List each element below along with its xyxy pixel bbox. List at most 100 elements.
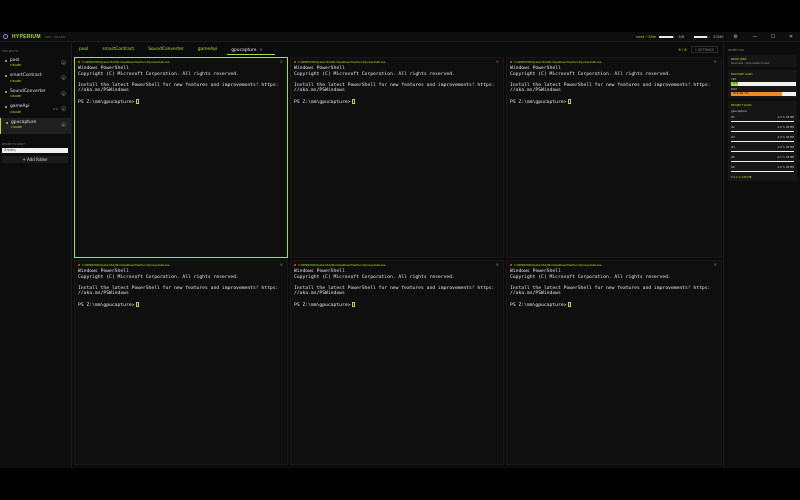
projects-root-input[interactable]: Z:\mm\ bbox=[2, 147, 68, 153]
terminal-header: C:\WINDOWS\System32\WindowsPowerShell\v1… bbox=[291, 58, 503, 66]
terminal-close-icon[interactable]: × bbox=[496, 262, 499, 267]
terminal-header: C:\WINDOWS\System32\WindowsPowerShell\v1… bbox=[291, 261, 503, 269]
ram-row: RAM 78.9 GB / 95 bbox=[731, 88, 796, 96]
project-count-badge: 6 bbox=[61, 121, 66, 127]
terminal-prompt: PS Z:\mm\gpucapture> bbox=[78, 303, 135, 308]
tab-soundconverter[interactable]: SoundConverter bbox=[148, 43, 184, 56]
terminal-output[interactable]: Windows PowerShell Copyright (C) Microsof… bbox=[291, 269, 503, 309]
project-load-name: #1 bbox=[731, 116, 735, 119]
terminal-path: C:\WINDOWS\System32\WindowsPowerShell\v1… bbox=[298, 263, 386, 267]
terminal-pane[interactable]: C:\WINDOWS\System32\WindowsPowerShell\v1… bbox=[290, 57, 504, 258]
tab-bar-right: 6 / 6 + SETTINGS bbox=[679, 43, 718, 56]
terminal-prompt: PS Z:\mm\gpucapture> bbox=[294, 100, 351, 105]
drop-jobs-subtitle: terminals - drop badle drused bbox=[731, 62, 770, 65]
maximize-icon[interactable]: ☐ bbox=[764, 34, 782, 40]
terminal-path: C:\WINDOWS\System32\WindowsPowerShell\v1… bbox=[82, 60, 170, 64]
tab-label: pool bbox=[79, 47, 89, 52]
terminal-close-icon[interactable]: × bbox=[714, 59, 717, 64]
terminal-pane[interactable]: C:\WINDOWS\System32\WindowsPowerShell\v1… bbox=[506, 260, 722, 465]
tab-label: gameApi bbox=[197, 47, 218, 52]
project-load-name: #2 bbox=[731, 126, 735, 129]
minimize-icon[interactable]: — bbox=[746, 34, 764, 40]
terminal-path: C:\WINDOWS\System32\WindowsPowerShell\v1… bbox=[514, 60, 602, 64]
project-item[interactable]: SoundConverter claude 1 bbox=[0, 87, 71, 103]
usage-meter-bar-2 bbox=[694, 36, 711, 38]
project-load-card: PROJECT LOAD gpucapture #1 0.0 % 38 MB #2 0… bbox=[728, 101, 797, 181]
terminal-prompt-line: PS Z:\mm\gpucapture> bbox=[294, 302, 503, 309]
terminal-output[interactable]: Windows PowerShell Copyright (C) Microsof… bbox=[291, 66, 503, 106]
settings-button[interactable]: + SETTINGS bbox=[690, 46, 718, 53]
status-dot-icon bbox=[78, 61, 80, 63]
project-load-name: #3 bbox=[731, 136, 735, 139]
status-dot-icon bbox=[78, 264, 80, 266]
tab-label: SoundConverter bbox=[148, 47, 184, 52]
terminal-pane[interactable]: C:\WINDOWS\System32\WindowsPowerShell\v1… bbox=[74, 260, 288, 465]
tab-gpucapture[interactable]: gpucapture × bbox=[227, 43, 275, 56]
terminal-prompt-line: PS Z:\mm\gpucapture> bbox=[78, 302, 287, 309]
status-dot-icon bbox=[6, 121, 8, 124]
project-load-bar bbox=[731, 130, 794, 132]
project-load-bar bbox=[731, 170, 794, 172]
terminal-pane[interactable]: C:\WINDOWS\System32\WindowsPowerShell\v1… bbox=[290, 260, 504, 465]
project-load-rows: #1 0.0 % 38 MB #2 0.0 % 38 MB #3 0.0 % 38 MB #… bbox=[731, 116, 794, 173]
project-load-stats: 0.0 % 38 MB bbox=[777, 116, 794, 119]
project-item[interactable]: pool claude 0 bbox=[0, 56, 71, 72]
sidebar: PROJECTS pool claude 0 smartContract claude 1… bbox=[0, 43, 72, 468]
terminal-path: C:\WINDOWS\System32\WindowsPowerShell\v1… bbox=[514, 263, 602, 267]
drop-jobs-title: DROP JOBS bbox=[731, 57, 747, 61]
project-count-badge: 0 bbox=[61, 59, 66, 65]
terminal-output[interactable]: Windows PowerShell Copyright (C) Microsof… bbox=[75, 269, 287, 309]
terminal-header: C:\WINDOWS\System32\WindowsPowerShell\v1… bbox=[507, 261, 721, 269]
status-dot-icon bbox=[510, 264, 512, 266]
terminal-prompt: PS Z:\mm\gpucapture> bbox=[510, 100, 567, 105]
project-load-stats: 0.0 % 38 MB bbox=[777, 166, 794, 169]
machine-load-card: MACHINE LOAD CPU 11% RAM 78.9 GB / 95 bbox=[728, 70, 797, 98]
pane-count: 6 / 6 bbox=[678, 47, 687, 52]
terminal-header: C:\WINDOWS\System32\WindowsPowerShell\v1… bbox=[507, 58, 721, 66]
project-item[interactable]: gameApi claude 4 h1 bbox=[0, 103, 71, 119]
project-extra: 4 h bbox=[53, 106, 58, 111]
tab-smartcontract[interactable]: smartContract bbox=[102, 43, 134, 56]
status-dot-icon bbox=[5, 106, 7, 109]
project-load-root: gpucapture bbox=[731, 109, 748, 113]
terminal-prompt-line: PS Z:\mm\gpucapture> bbox=[294, 99, 503, 106]
terminal-close-icon[interactable]: × bbox=[714, 262, 717, 267]
project-load-row: #2 0.0 % 38 MB bbox=[731, 126, 794, 133]
ram-bar: 78.9 GB / 95 bbox=[731, 91, 796, 96]
terminal-close-icon[interactable]: × bbox=[280, 262, 283, 267]
terminal-pane[interactable]: C:\WINDOWS\System32\WindowsPowerShell\v1… bbox=[506, 57, 722, 258]
project-load-stats: 0.0 % 38 MB bbox=[777, 136, 794, 139]
project-load-name: #6 bbox=[731, 166, 735, 169]
tab-pool[interactable]: pool bbox=[79, 43, 88, 56]
terminal-path: C:\WINDOWS\System32\WindowsPowerShell\v1… bbox=[298, 60, 386, 64]
terminal-prompt: PS Z:\mm\gpucapture> bbox=[294, 303, 351, 308]
gear-icon[interactable]: ⚙ bbox=[734, 34, 738, 40]
terminal-close-icon[interactable]: × bbox=[496, 59, 499, 64]
add-folder-button[interactable]: + Add folder bbox=[2, 155, 68, 163]
project-load-row: #3 0.0 % 38 MB bbox=[731, 136, 794, 143]
terminal-pane[interactable]: C:\WINDOWS\System32\WindowsPowerShell\v1… bbox=[74, 57, 288, 258]
tab-list: pool smartContract SoundConverter gameApi gp… bbox=[74, 43, 275, 56]
status-dot-icon bbox=[5, 59, 7, 62]
tab-gameapi[interactable]: gameApi bbox=[198, 43, 217, 56]
cursor-icon bbox=[351, 302, 355, 307]
cpu-bar: 11% bbox=[731, 81, 796, 86]
project-load-bar bbox=[731, 120, 794, 122]
terminal-close-icon[interactable]: × bbox=[280, 59, 283, 64]
project-load-stats: 0.1 % 38 MB bbox=[777, 156, 794, 159]
usage-meter-fill-1 bbox=[659, 36, 673, 38]
app-window: HYPERIUM DEV - MAXED next ~29m 5/8 23/40… bbox=[0, 32, 800, 468]
project-count-badge: 1 bbox=[61, 75, 66, 80]
terminal-path: C:\WINDOWS\System32\WindowsPowerShell\v1… bbox=[82, 263, 170, 267]
tab-label: smartContract bbox=[102, 47, 135, 52]
terminal-output[interactable]: Windows PowerShell Copyright (C) Microsof… bbox=[75, 66, 287, 106]
project-item[interactable]: smartContract claude 1 bbox=[0, 72, 71, 88]
terminal-header: C:\WINDOWS\System32\WindowsPowerShell\v1… bbox=[75, 261, 287, 269]
terminal-output[interactable]: Windows PowerShell Copyright (C) Microsof… bbox=[507, 269, 721, 309]
project-item[interactable]: gpucapture claude 6 bbox=[0, 118, 71, 134]
terminal-output[interactable]: Windows PowerShell Copyright (C) Microsof… bbox=[507, 66, 721, 106]
cpu-value: 11% bbox=[732, 82, 739, 86]
close-icon[interactable]: ✕ bbox=[782, 34, 800, 40]
project-load-bar bbox=[731, 150, 794, 152]
tab-close-icon[interactable]: × bbox=[259, 47, 262, 52]
